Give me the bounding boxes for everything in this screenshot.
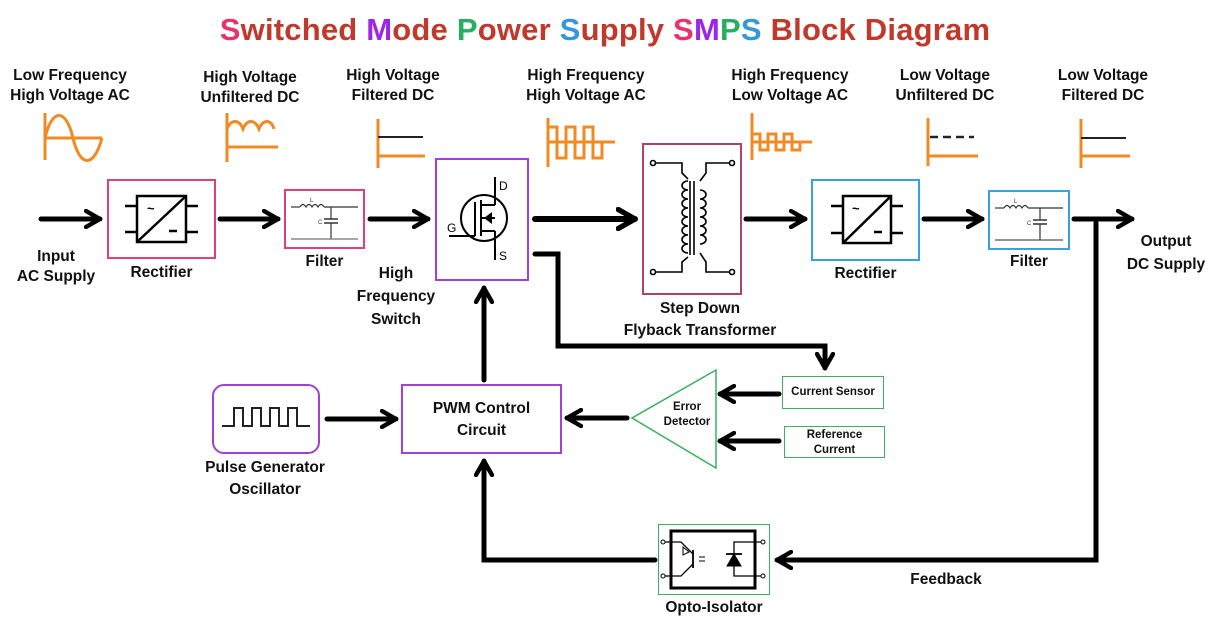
opto-isolator-block[interactable]	[658, 524, 770, 595]
high-frequency-switch-block[interactable]: D G S	[435, 158, 529, 281]
square-wave-icon	[546, 118, 615, 167]
output-dc-supply-label: Output DC Supply	[1120, 230, 1210, 276]
label-line: PWM Control	[432, 400, 531, 417]
filtered-dc-icon-2	[1079, 119, 1130, 168]
lc-filter-icon: L C	[291, 198, 358, 240]
label-line: Pulse Generator	[205, 459, 325, 476]
error-detector-label: Error Detector	[652, 400, 722, 430]
dashed-dc-icon	[926, 118, 978, 166]
filter-label-2: Filter	[1010, 253, 1048, 270]
reference-current-label: Reference Current	[785, 427, 884, 458]
pulse-generator-block[interactable]	[212, 384, 320, 454]
inductor-label: L	[1014, 199, 1018, 205]
svg-text:~: ~	[147, 201, 155, 216]
label-line: AC Supply	[16, 268, 96, 285]
label-line: Input	[37, 248, 75, 265]
current-sensor-block[interactable]: Current Sensor	[782, 376, 884, 409]
filter-block-1[interactable]: L C	[284, 189, 365, 249]
label-line: Circuit	[456, 422, 507, 439]
rectifier-icon: ~	[125, 194, 198, 244]
optocoupler-icon	[660, 529, 766, 590]
drain-label: D	[499, 179, 508, 193]
gate-label: G	[447, 221, 456, 235]
label-line: Error	[672, 401, 702, 413]
switch-label: High Frequency Switch	[356, 262, 436, 331]
label-line: Flyback Transformer	[623, 322, 777, 339]
label-line: Detector	[663, 416, 711, 428]
label-line: Reference	[806, 429, 863, 441]
input-ac-supply-label: Input AC Supply	[0, 247, 112, 287]
transformer-icon	[649, 159, 736, 276]
current-sensor-label: Current Sensor	[791, 386, 875, 398]
rectifier-block-2[interactable]: ~	[811, 179, 920, 261]
svg-text:~: ~	[852, 201, 860, 216]
capacitor-label: C	[1027, 221, 1032, 227]
label-line: High	[378, 265, 414, 282]
opto-isolator-label: Opto-Isolator	[665, 599, 763, 616]
label-line: Oscillator	[229, 481, 301, 498]
pwm-label: PWM Control Circuit	[403, 386, 560, 442]
pulse-generator-label: Pulse Generator Oscillator	[190, 457, 340, 501]
label-line: DC Supply	[1126, 256, 1206, 273]
rectifier-icon: ~	[831, 194, 903, 245]
pwm-control-circuit-block[interactable]: PWM Control Circuit	[401, 384, 562, 454]
mosfet-icon: D G S	[447, 177, 508, 263]
filtered-dc-icon	[376, 119, 425, 168]
smps-block-diagram: Switched Mode Power Supply SMPS Block Di…	[0, 0, 1210, 640]
feedback-label: Feedback	[910, 571, 982, 588]
rectified-wave-icon	[225, 113, 278, 162]
inductor-label: L	[310, 198, 314, 204]
rectifier-label-1: Rectifier	[130, 264, 193, 281]
label-line: Switch	[371, 311, 421, 328]
transformer-label: Step Down Flyback Transformer	[620, 298, 780, 342]
label-line: Step Down	[659, 300, 741, 317]
rectifier-label-2: Rectifier	[834, 265, 897, 282]
pulse-train-icon	[222, 407, 310, 427]
lc-filter-icon: L C	[995, 199, 1063, 241]
filter-block-2[interactable]: L C	[988, 190, 1070, 250]
capacitor-label: C	[318, 220, 323, 226]
small-square-wave-icon	[750, 113, 812, 160]
label-line: Frequency	[356, 288, 436, 305]
label-line: Current	[813, 444, 856, 456]
label-line: Output	[1140, 233, 1192, 250]
rectifier-block-1[interactable]: ~	[107, 179, 216, 259]
source-label: S	[499, 249, 507, 263]
reference-current-block[interactable]: Reference Current	[784, 426, 885, 458]
opto-to-pwm-path	[484, 458, 658, 563]
filter-label-1: Filter	[305, 253, 344, 270]
sine-wave-icon	[43, 113, 104, 162]
flyback-transformer-block[interactable]	[642, 143, 742, 295]
diagram-graphics	[38, 113, 1135, 640]
